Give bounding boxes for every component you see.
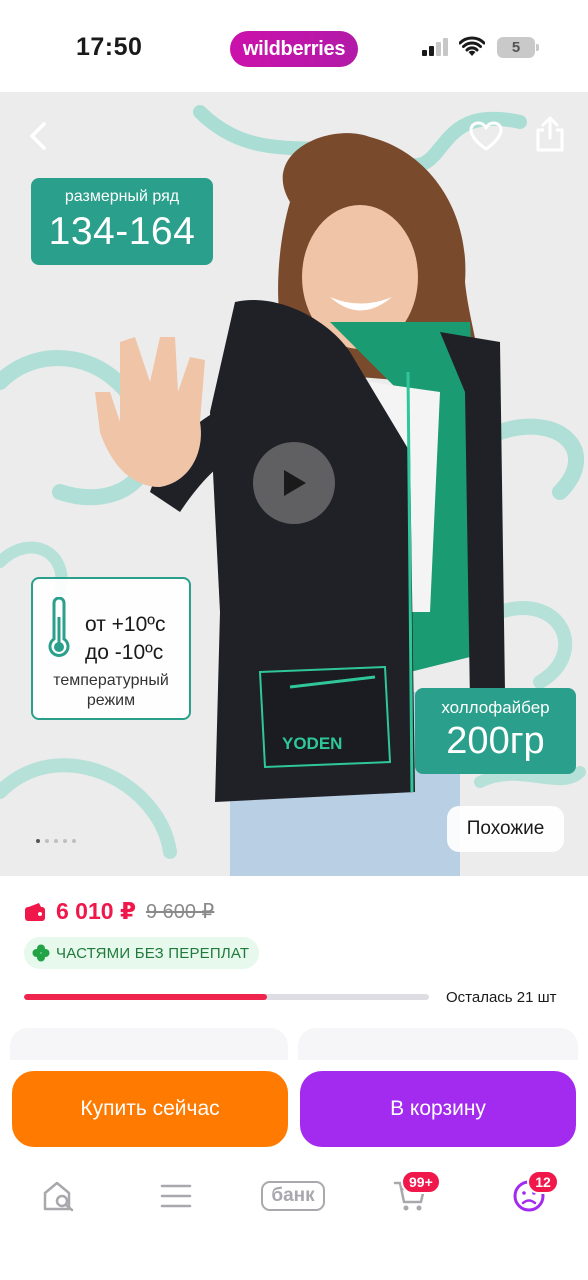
gallery-dot xyxy=(45,839,49,843)
heart-icon xyxy=(469,121,503,151)
share-button[interactable] xyxy=(530,112,570,156)
status-time: 17:50 xyxy=(76,33,143,61)
battery-indicator: 5 xyxy=(497,37,539,58)
temperature-min: до -10ºc xyxy=(85,641,164,664)
current-price: 6 010 ₽ xyxy=(56,898,136,924)
size-range-badge: размерный ряд 134-164 xyxy=(31,178,213,265)
temperature-caption: температурный режим xyxy=(53,672,169,709)
tab-bank[interactable]: банк xyxy=(253,1174,333,1218)
home-search-icon xyxy=(43,1181,74,1212)
buy-now-button[interactable]: Купить сейчас xyxy=(12,1071,288,1147)
stock-remaining: Осталась 21 шт xyxy=(446,989,557,1006)
stock-progress-fill xyxy=(24,994,267,1000)
thermometer-icon xyxy=(48,597,70,657)
profile-notification-badge: 12 xyxy=(527,1170,559,1194)
stock-progress-bar xyxy=(24,994,429,1000)
gallery-dot xyxy=(72,839,76,843)
share-icon xyxy=(536,116,564,152)
menu-icon xyxy=(160,1184,192,1208)
wallet-icon xyxy=(25,902,45,921)
gallery-dot xyxy=(63,839,67,843)
cellular-signal-icon xyxy=(422,38,450,56)
temperature-max: от +10ºc xyxy=(85,613,166,636)
favorite-button[interactable] xyxy=(466,116,506,156)
temperature-badge: от +10ºc до -10ºc температурный режим xyxy=(31,577,191,720)
bottom-tab-bar: банк 99+ 12 xyxy=(0,1160,588,1280)
old-price: 9 600 ₽ xyxy=(145,901,215,923)
purchase-actions: Купить сейчас В корзину xyxy=(0,1060,588,1160)
back-button[interactable] xyxy=(20,114,56,158)
size-range-label: размерный ряд xyxy=(64,188,180,205)
insulation-label: холлофайбер xyxy=(441,698,550,717)
coat-print-text: YODEN xyxy=(282,734,342,753)
gallery-pagination xyxy=(36,839,76,843)
tab-catalog[interactable] xyxy=(146,1174,206,1218)
bank-label: банк xyxy=(261,1181,325,1211)
play-icon xyxy=(284,470,306,496)
size-range-value: 134-164 xyxy=(48,210,196,253)
wifi-icon xyxy=(459,36,485,56)
product-gallery[interactable]: YODEN размерный ряд 134-164 от +10ºc до … xyxy=(0,92,588,876)
play-video-button[interactable] xyxy=(253,442,335,524)
cart-count-badge: 99+ xyxy=(401,1170,441,1194)
clover-icon xyxy=(32,944,50,962)
tab-home[interactable] xyxy=(29,1174,89,1218)
chevron-left-icon xyxy=(30,122,46,150)
installments-badge[interactable]: ЧАСТЯМИ БЕЗ ПЕРЕПЛАТ xyxy=(24,937,260,969)
add-to-cart-button[interactable]: В корзину xyxy=(300,1071,576,1147)
status-bar: 17:50 wildberries 5 xyxy=(0,0,588,92)
wildberries-logo[interactable]: wildberries xyxy=(230,31,358,67)
gallery-dot xyxy=(54,839,58,843)
insulation-value: 200гр xyxy=(446,720,545,762)
gallery-dot xyxy=(36,839,40,843)
insulation-badge: холлофайбер 200гр xyxy=(415,688,576,774)
installments-label: ЧАСТЯМИ БЕЗ ПЕРЕПЛАТ xyxy=(56,944,250,962)
similar-button[interactable]: Похожие xyxy=(447,806,564,852)
price-row: 6 010 ₽ 9 600 ₽ xyxy=(24,898,214,925)
